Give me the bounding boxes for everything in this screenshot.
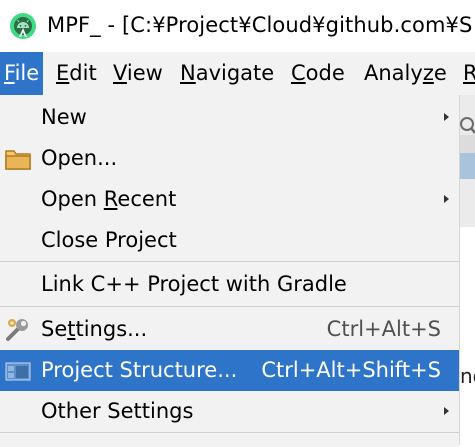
settings-shortcut: Ctrl+Alt+S bbox=[326, 317, 441, 341]
background-window bbox=[459, 95, 475, 447]
submenu-arrow-icon bbox=[444, 195, 449, 203]
menu-item-link-cpp-project[interactable]: Link C++ Project with Gradle bbox=[0, 264, 459, 305]
menu-item-close-project-label: Close Project bbox=[41, 228, 177, 252]
menu-item-open-recent-label: Open Recent bbox=[41, 179, 176, 220]
open-recent-pre: Open bbox=[41, 187, 104, 211]
menu-item-settings[interactable]: Settings... Ctrl+Alt+S bbox=[0, 309, 459, 350]
menu-separator bbox=[0, 306, 459, 307]
background-editor bbox=[459, 227, 475, 447]
project-structure-icon bbox=[5, 362, 31, 381]
menu-refactor-mnemonic: R bbox=[463, 61, 475, 85]
open-recent-rest: ecent bbox=[117, 187, 177, 211]
menu-analyze-label-pre: Analy bbox=[364, 61, 423, 85]
menu-item-open-recent[interactable]: Open Recent bbox=[0, 179, 459, 220]
title-bar: MPF_ - [C:¥Project¥Cloud¥github.com¥S bbox=[0, 0, 475, 52]
settings-rest: tings... bbox=[75, 317, 148, 341]
menu-analyze[interactable]: Analyze bbox=[360, 52, 451, 95]
menu-navigate-mnemonic: N bbox=[180, 61, 196, 85]
wrench-icon bbox=[6, 319, 28, 341]
window-title: MPF_ - [C:¥Project¥Cloud¥github.com¥S bbox=[47, 13, 473, 37]
menu-separator bbox=[0, 432, 459, 433]
background-text-fragment: nc bbox=[460, 364, 475, 388]
folder-icon bbox=[5, 150, 31, 170]
settings-pre: Se bbox=[41, 317, 68, 341]
menu-edit-mnemonic: E bbox=[56, 61, 70, 85]
menu-item-project-structure-label: Project Structure... bbox=[41, 358, 238, 382]
background-tab bbox=[459, 153, 475, 179]
menu-item-project-structure[interactable]: Project Structure... Ctrl+Alt+Shift+S bbox=[0, 350, 459, 391]
menu-code-mnemonic: C bbox=[291, 61, 306, 85]
menu-item-close-project[interactable]: Close Project bbox=[0, 220, 459, 261]
menu-refactor[interactable]: R bbox=[459, 52, 475, 95]
menu-item-open-label: Open... bbox=[41, 146, 118, 170]
menu-code-label: ode bbox=[305, 61, 345, 85]
menu-file-mnemonic: F bbox=[4, 61, 15, 85]
menu-view[interactable]: View bbox=[109, 52, 167, 95]
android-studio-icon bbox=[10, 13, 36, 39]
menu-analyze-label-rest: e bbox=[433, 61, 447, 85]
open-recent-mnemonic: R bbox=[103, 187, 118, 211]
menu-file[interactable]: File bbox=[0, 52, 44, 95]
search-icon[interactable] bbox=[458, 115, 475, 137]
menu-bar: File Edit View Navigate Code Analyze R bbox=[0, 52, 475, 95]
menu-navigate[interactable]: Navigate bbox=[176, 52, 278, 95]
menu-edit[interactable]: Edit bbox=[52, 52, 101, 95]
menu-navigate-label: avigate bbox=[195, 61, 275, 85]
menu-item-new[interactable]: New bbox=[0, 97, 459, 138]
file-menu-dropdown: New Open... Open Recent Close Project Li… bbox=[0, 95, 460, 445]
menu-view-label: iew bbox=[126, 61, 163, 85]
menu-code[interactable]: Code bbox=[287, 52, 349, 95]
menu-file-label: ile bbox=[14, 61, 40, 85]
menu-item-link-cpp-label: Link C++ Project with Gradle bbox=[41, 272, 347, 296]
menu-view-mnemonic: V bbox=[113, 61, 127, 85]
menu-item-other-settings[interactable]: Other Settings bbox=[0, 391, 459, 432]
submenu-arrow-icon bbox=[444, 113, 449, 121]
submenu-arrow-icon bbox=[444, 407, 449, 415]
menu-item-new-label: New bbox=[41, 105, 87, 129]
menu-separator bbox=[0, 261, 459, 262]
menu-analyze-mnemonic: z bbox=[422, 61, 434, 85]
menu-item-settings-label: Settings... bbox=[41, 309, 147, 350]
menu-item-open[interactable]: Open... bbox=[0, 138, 459, 179]
menu-item-other-settings-label: Other Settings bbox=[41, 399, 194, 423]
menu-edit-label: dit bbox=[69, 61, 97, 85]
project-structure-shortcut: Ctrl+Alt+Shift+S bbox=[261, 358, 441, 382]
